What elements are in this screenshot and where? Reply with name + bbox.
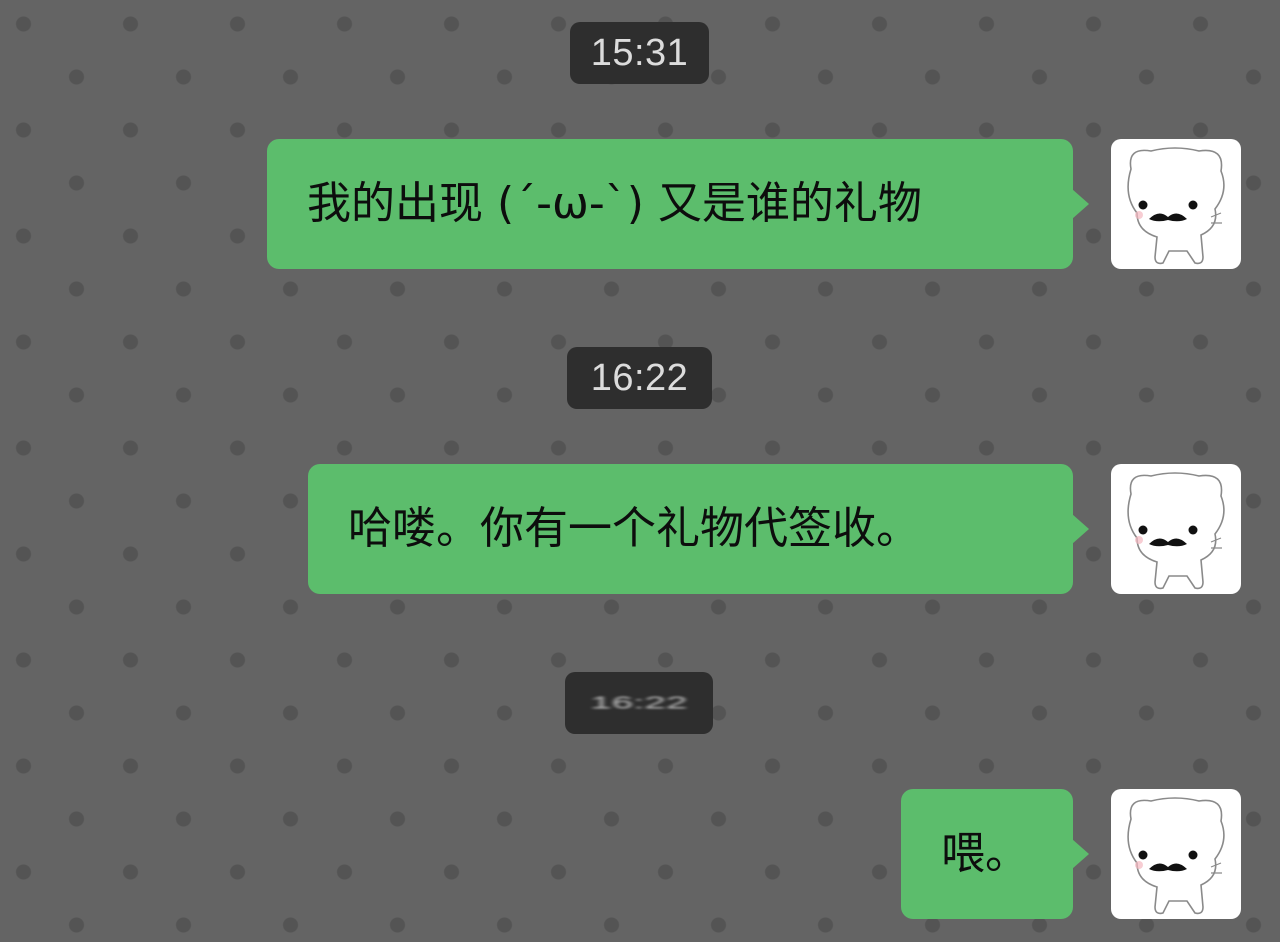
message-bubble[interactable]: 哈喽。你有一个礼物代签收。: [308, 464, 1089, 594]
timestamp-text: 16:22: [590, 693, 688, 713]
user-avatar[interactable]: [1111, 464, 1241, 594]
message-bubble[interactable]: 喂。: [901, 789, 1089, 919]
white-cat-mustache-avatar-icon: [1127, 147, 1225, 265]
timestamp-text: 15:31: [590, 32, 689, 74]
timestamp-pill: 16:22: [565, 672, 713, 734]
message-text: 喂。: [941, 828, 1029, 879]
white-cat-mustache-avatar-icon: [1127, 797, 1225, 915]
timestamp-text: 16:22: [590, 357, 689, 399]
message-text: 哈喽。你有一个礼物代签收。: [348, 503, 920, 554]
message-bubble[interactable]: 我的出现 (´-ω-`) 又是谁的礼物: [267, 139, 1089, 269]
message-text: 我的出现 (´-ω-`) 又是谁的礼物: [307, 178, 922, 229]
white-cat-mustache-avatar-icon: [1127, 472, 1225, 590]
timestamp-pill: 16:22: [567, 347, 712, 409]
timestamp-pill: 15:31: [570, 22, 709, 84]
chat-background[interactable]: 15:31 我的出现 (´-ω-`) 又是谁的礼物 16:22 哈喽。你有一个礼…: [0, 0, 1280, 942]
user-avatar[interactable]: [1111, 789, 1241, 919]
user-avatar[interactable]: [1111, 139, 1241, 269]
